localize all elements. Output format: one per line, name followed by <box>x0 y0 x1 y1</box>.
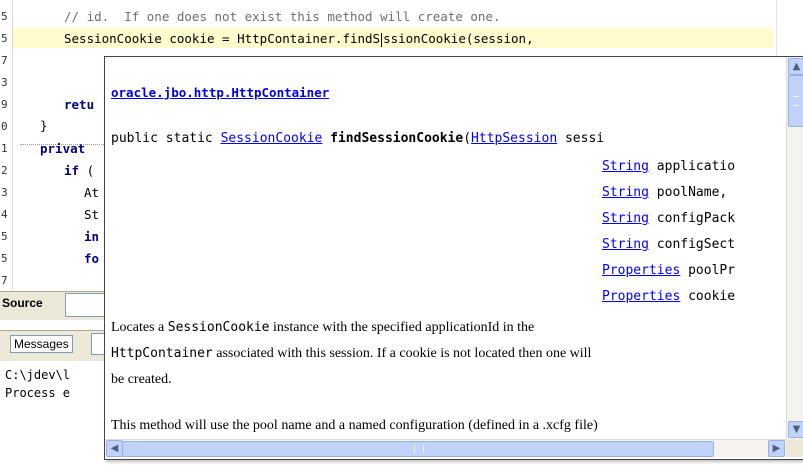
code-line-current: SessionCookie cookie = HttpContainer.fin… <box>64 29 534 48</box>
signature-paren: ( <box>463 131 472 146</box>
code-if-line: if ( <box>64 161 94 180</box>
javadoc-popup[interactable]: oracle.jbo.http.HttpContainer public sta… <box>104 56 803 460</box>
line-number: 3 <box>1 76 8 89</box>
description-code: SessionCookie <box>167 320 270 335</box>
tab-design[interactable] <box>65 293 107 317</box>
code-closing-brace: } <box>40 118 48 133</box>
description-line: be created. <box>111 372 172 387</box>
code-return-keyword: retu <box>64 97 95 112</box>
code-text: At <box>84 185 100 200</box>
param-type-link[interactable]: HttpSession <box>471 131 557 146</box>
description-text: Locates a <box>111 320 168 335</box>
param-row: Properties poolPr <box>602 263 735 278</box>
param-type-link[interactable]: Properties <box>602 289 680 304</box>
param-type-link[interactable]: String <box>602 237 649 252</box>
horizontal-scrollbar[interactable]: ◀ ▶ <box>105 439 786 457</box>
code-text: ( <box>79 163 95 178</box>
param-type-link[interactable]: String <box>602 211 649 226</box>
param-name: poolName, <box>648 185 728 200</box>
return-type-link[interactable]: SessionCookie <box>221 131 323 146</box>
signature-modifiers: public static <box>111 131 221 146</box>
method-name: findSessionCookie <box>330 131 464 146</box>
description-line: HttpContainer associated with this sessi… <box>111 341 786 367</box>
scroll-left-button[interactable]: ◀ <box>106 440 123 457</box>
code-text: St <box>84 207 100 222</box>
description-paragraph: Locates a SessionCookie instance with th… <box>111 315 786 393</box>
horizontal-scroll-thumb[interactable] <box>122 441 714 457</box>
description-code: HttpContainer <box>111 346 213 361</box>
description-paragraph-2: This method will use the pool name and a… <box>111 418 598 433</box>
param-type-link[interactable]: String <box>602 159 649 174</box>
line-number: 1 <box>1 142 8 155</box>
log-line: C:\jdev\l <box>5 368 71 382</box>
line-number: 7 <box>1 54 8 67</box>
line-number: 5 <box>1 230 8 243</box>
param-row: String poolName, <box>602 185 727 200</box>
code-private-keyword: privat <box>40 141 86 156</box>
param-type-link[interactable]: Properties <box>602 263 680 278</box>
line-number: 7 <box>1 274 8 287</box>
code-if-keyword: if <box>64 163 80 178</box>
line-number: 2 <box>1 164 8 177</box>
param-name: sessi <box>557 131 605 146</box>
line-number: 3 <box>1 186 8 199</box>
tab-source[interactable]: Source <box>2 296 43 310</box>
method-signature: public static SessionCookie findSessionC… <box>111 131 604 146</box>
param-row: String configSect <box>602 237 735 252</box>
param-row: String applicatio <box>602 159 735 174</box>
grip-icon <box>414 445 424 453</box>
line-number: 5 <box>1 252 8 265</box>
line-number: 9 <box>1 98 8 111</box>
code-text: ssionCookie(session, <box>383 31 534 46</box>
param-row: Properties cookie <box>602 289 735 304</box>
scrollbar-corner <box>786 439 803 457</box>
code-int-keyword: in <box>84 229 100 244</box>
param-name: configPack <box>648 211 736 226</box>
code-text: SessionCookie cookie = HttpContainer.fin… <box>64 31 381 46</box>
log-line: Process e <box>5 386 71 400</box>
scroll-down-button[interactable]: ▼ <box>788 421 803 438</box>
param-type-link[interactable]: String <box>602 185 649 200</box>
line-number: 4 <box>1 208 8 221</box>
code-comment-line: // id. If one does not exist this method… <box>64 9 501 24</box>
line-number: 0 <box>1 120 8 133</box>
vertical-scrollbar[interactable]: ▲ ▼ <box>786 57 803 439</box>
param-name: poolPr <box>680 263 736 278</box>
line-number-gutter: 5 5 7 3 9 0 1 2 3 4 5 5 7 <box>0 0 12 290</box>
tab-messages[interactable]: Messages <box>10 335 73 353</box>
description-line: Locates a SessionCookie instance with th… <box>111 315 786 341</box>
text-caret <box>381 32 383 47</box>
scroll-right-button[interactable]: ▶ <box>768 440 785 457</box>
description-text: instance with the specified applicationI… <box>269 320 535 335</box>
package-link[interactable]: oracle.jbo.http.HttpContainer <box>111 85 329 100</box>
grip-icon <box>793 96 799 106</box>
param-name: configSect <box>648 237 736 252</box>
param-name: applicatio <box>648 159 736 174</box>
param-row: String configPack <box>602 211 735 226</box>
scroll-up-button[interactable]: ▲ <box>788 58 803 75</box>
line-number: 5 <box>1 32 8 45</box>
description-text: associated with this session. If a cooki… <box>212 346 592 361</box>
code-for-keyword: fo <box>84 251 100 266</box>
javadoc-content: oracle.jbo.http.HttpContainer public sta… <box>105 57 786 439</box>
param-name: cookie <box>680 289 736 304</box>
vertical-scroll-thumb[interactable] <box>788 75 803 127</box>
line-number: 5 <box>1 10 8 23</box>
